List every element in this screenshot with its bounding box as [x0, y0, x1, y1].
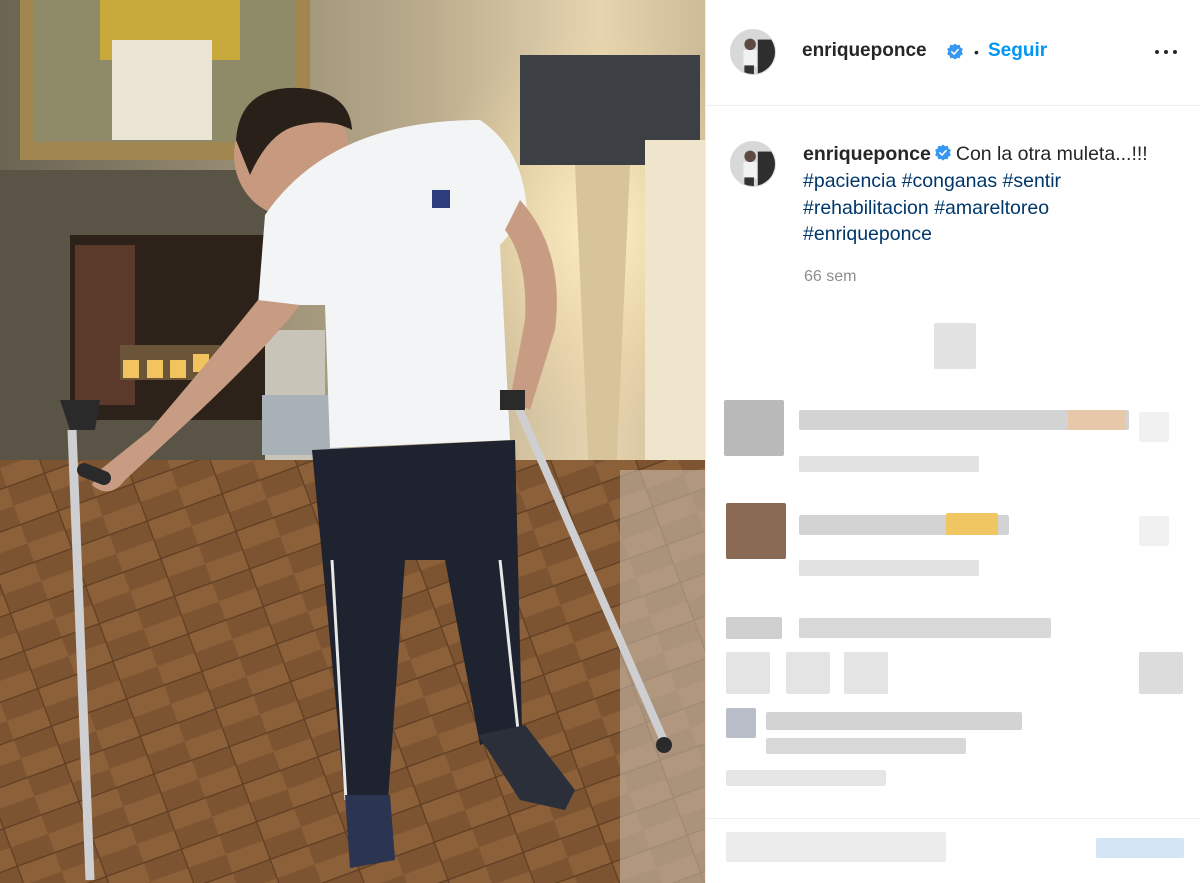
- more-options-icon[interactable]: [1151, 40, 1181, 64]
- likes-count-blurred: [766, 738, 966, 754]
- post-photo[interactable]: [0, 0, 705, 883]
- avatar-image: [731, 30, 775, 74]
- more-dot: [1155, 50, 1159, 54]
- comment-meta-blurred: [799, 560, 979, 576]
- follow-button[interactable]: Seguir: [988, 40, 1047, 62]
- post-date-blurred: [726, 770, 886, 786]
- hashtag-link[interactable]: #conganas: [902, 170, 997, 192]
- avatar[interactable]: [730, 29, 776, 75]
- liker-avatar: [726, 708, 756, 738]
- post-header: enriqueponce • Seguir: [706, 0, 1200, 106]
- hashtag-link[interactable]: #amareltoreo: [934, 197, 1049, 219]
- comment-icon[interactable]: [786, 652, 830, 694]
- save-icon[interactable]: [1139, 652, 1183, 694]
- add-comment-input[interactable]: [726, 832, 946, 862]
- header-separator: •: [974, 44, 979, 60]
- comment-avatar[interactable]: [726, 503, 786, 559]
- avatar-image: [731, 142, 775, 186]
- photo-image: [0, 0, 705, 883]
- divider: [706, 818, 1200, 819]
- caption-text: Con la otra muleta...!!!: [955, 143, 1148, 165]
- header-username[interactable]: enriqueponce: [802, 40, 927, 62]
- hashtag-link[interactable]: #enriqueponce: [803, 223, 932, 245]
- comment-like-icon[interactable]: [1139, 516, 1169, 546]
- likes-count-blurred: [766, 712, 1022, 730]
- hashtag-link[interactable]: #sentir: [1003, 170, 1062, 192]
- verified-badge-icon: [934, 144, 951, 161]
- publish-comment-button[interactable]: [1096, 838, 1184, 858]
- verified-badge-icon: [947, 43, 963, 60]
- post-details-panel: enriqueponce • Seguir enriqueponce Con l…: [705, 0, 1200, 883]
- hashtag-link[interactable]: #paciencia: [803, 170, 896, 192]
- hashtag-link[interactable]: #rehabilitacion: [803, 197, 929, 219]
- more-dot: [1173, 50, 1177, 54]
- comment-avatar[interactable]: [726, 617, 782, 639]
- comment-emoji-blurred: [946, 513, 998, 535]
- comment-meta-blurred: [799, 456, 979, 472]
- caption-avatar[interactable]: [730, 141, 776, 187]
- load-more-comments-icon[interactable]: [934, 323, 976, 369]
- caption-username[interactable]: enriqueponce: [803, 143, 931, 165]
- more-dot: [1164, 50, 1168, 54]
- comment-avatar[interactable]: [724, 400, 784, 456]
- like-icon[interactable]: [726, 652, 770, 694]
- post-caption: enriqueponce Con la otra muleta...!!! #p…: [803, 141, 1173, 248]
- share-icon[interactable]: [844, 652, 888, 694]
- post-timestamp[interactable]: 66 sem: [804, 268, 856, 286]
- comment-emoji-blurred: [1068, 410, 1126, 430]
- comment-like-icon[interactable]: [1139, 412, 1169, 442]
- comment-text-blurred: [799, 618, 1051, 638]
